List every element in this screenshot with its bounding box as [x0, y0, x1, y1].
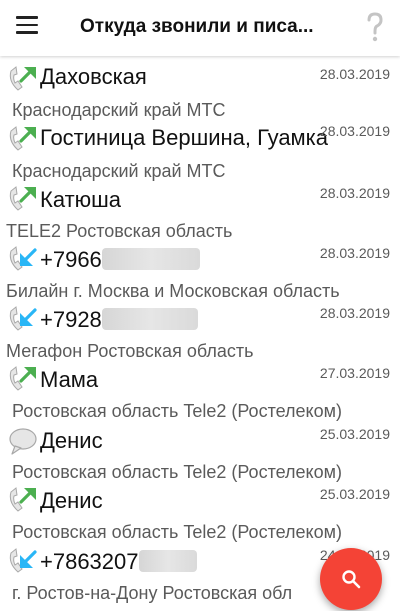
incoming-call-icon [9, 246, 37, 271]
phone-number: +7966 [40, 247, 200, 273]
list-item[interactable]: Денис 25.03.2019 Ростовская область Tele… [0, 482, 400, 544]
outgoing-call-icon [9, 66, 36, 91]
contact-name: Мама [40, 367, 99, 392]
operator-region: Ростовская область Tele2 (Ростелеком) [12, 401, 342, 421]
phone-number: +7928 [40, 307, 198, 333]
contact-name: Денис [40, 488, 103, 513]
list-item[interactable]: Денис 25.03.2019 Ростовская область Tele… [0, 422, 400, 484]
list-item[interactable]: Даховская 28.03.2019 Краснодарский край … [0, 60, 400, 122]
redacted-digits [101, 248, 200, 270]
operator-region: Ростовская область Tele2 (Ростелеком) [12, 462, 342, 482]
redacted-digits [101, 308, 198, 330]
call-date: 28.03.2019 [319, 305, 390, 321]
call-date: 28.03.2019 [319, 185, 390, 201]
operator-region: Мегафон Ростовская область [6, 341, 254, 361]
contact-name: Гостиница Вершина, Гуамка [40, 125, 329, 150]
search-button[interactable] [320, 548, 382, 610]
list-item[interactable]: Катюша 28.03.2019 TELE2 Ростовская облас… [0, 181, 400, 243]
hamburger-menu-icon[interactable] [16, 16, 42, 38]
operator-region: Краснодарский край МТС [12, 100, 226, 120]
list-item[interactable]: Мама 27.03.2019 Ростовская область Tele2… [0, 361, 400, 423]
operator-region: Ростовская область Tele2 (Ростелеком) [12, 522, 342, 542]
call-date: 25.03.2019 [319, 426, 390, 442]
operator-region: г. Ростов-на-Дону Ростовская обл [12, 583, 293, 603]
operator-region: TELE2 Ростовская область [6, 221, 233, 241]
outgoing-call-icon [9, 186, 36, 211]
search-icon [342, 570, 361, 589]
list-item[interactable]: +7928 28.03.2019 Мегафон Ростовская обла… [0, 301, 400, 363]
list-item[interactable]: Гостиница Вершина, Гуамка 28.03.2019 Кра… [0, 121, 400, 183]
phone-number: +7863207 [40, 549, 197, 575]
call-history-list: Даховская 28.03.2019 Краснодарский край … [0, 56, 400, 611]
contact-name: Даховская [40, 64, 147, 89]
contact-name: Денис [40, 428, 103, 453]
incoming-call-icon [9, 306, 37, 331]
incoming-call-icon [9, 548, 37, 573]
redacted-digits [138, 550, 197, 572]
question-mark-icon[interactable] [362, 10, 388, 44]
app-bar: Откуда звонили и писа... [0, 0, 400, 56]
contact-name: Катюша [40, 187, 122, 212]
operator-region: Краснодарский край МТС [12, 161, 226, 181]
operator-region: Билайн г. Москва и Московская область [6, 281, 340, 301]
call-date: 28.03.2019 [319, 245, 390, 261]
page-title: Откуда звонили и писа... [80, 16, 314, 37]
call-date: 27.03.2019 [319, 365, 390, 381]
outgoing-call-icon [9, 366, 36, 391]
message-bubble-icon [9, 428, 37, 455]
call-date: 28.03.2019 [319, 66, 390, 82]
outgoing-call-icon [9, 126, 36, 151]
list-item[interactable]: +7966 28.03.2019 Билайн г. Москва и Моск… [0, 241, 400, 303]
call-date: 25.03.2019 [319, 486, 390, 502]
outgoing-call-icon [9, 487, 36, 512]
call-date: 28.03.2019 [319, 123, 390, 139]
